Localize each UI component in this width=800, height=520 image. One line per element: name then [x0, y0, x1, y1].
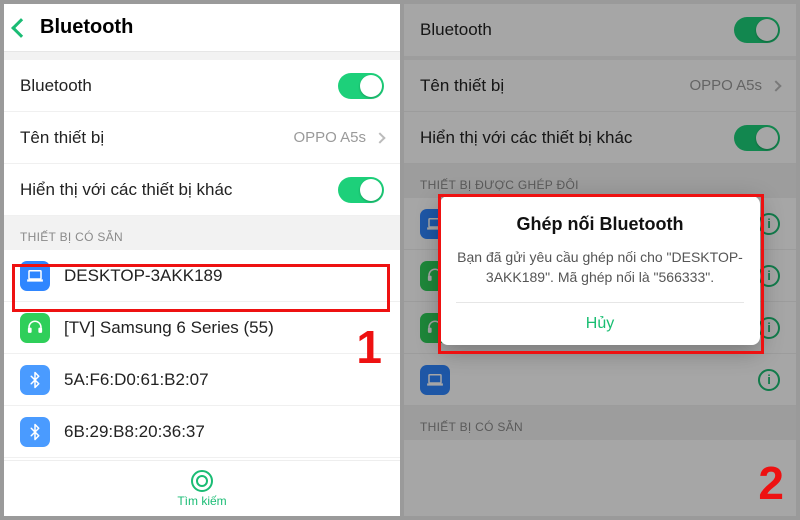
screen-bluetooth-list: Bluetooth Bluetooth Tên thiết bị OPPO A5…: [4, 4, 400, 516]
device-name: [TV] Samsung 6 Series (55): [64, 318, 274, 338]
section-available-devices: THIẾT BỊ CÓ SẴN: [404, 406, 796, 440]
chevron-right-icon: [770, 80, 781, 91]
cancel-button[interactable]: Hủy: [456, 302, 744, 345]
info-icon: i: [758, 213, 780, 235]
chevron-right-icon: [374, 132, 385, 143]
row-label: Hiển thị với các thiết bị khác: [20, 180, 232, 200]
laptop-icon: [420, 365, 450, 395]
toggle-visibility: [734, 125, 780, 151]
row-device-name[interactable]: Tên thiết bị OPPO A5s: [4, 112, 400, 164]
screen-pairing-dialog: Bluetooth Tên thiết bị OPPO A5s Hiển thị…: [400, 4, 796, 516]
paired-device-row: i: [404, 354, 796, 406]
row-visibility-toggle[interactable]: Hiển thị với các thiết bị khác: [4, 164, 400, 216]
available-device-row[interactable]: [TV] Samsung 6 Series (55): [4, 302, 400, 354]
tv-icon: [20, 313, 50, 343]
search-target-icon: [191, 470, 213, 492]
row-label: Hiển thị với các thiết bị khác: [420, 128, 632, 148]
toggle-bluetooth: [734, 17, 780, 43]
section-available-devices: THIẾT BỊ CÓ SẴN: [4, 216, 400, 250]
device-name-value: OPPO A5s: [689, 77, 762, 94]
row-visibility-toggle: Hiển thị với các thiết bị khác: [404, 112, 796, 164]
device-name: DESKTOP-3AKK189: [64, 266, 222, 286]
dialog-body: Bạn đã gửi yêu cầu ghép nối cho "DESKTOP…: [456, 247, 744, 288]
info-icon: i: [758, 265, 780, 287]
available-device-row[interactable]: 6B:29:B8:20:36:37: [4, 406, 400, 458]
device-name: 6B:29:B8:20:36:37: [64, 422, 205, 442]
bt-icon: [20, 365, 50, 395]
pairing-dialog: Ghép nối Bluetooth Bạn đã gửi yêu cầu gh…: [440, 196, 760, 345]
bt-icon: [20, 417, 50, 447]
section-paired-devices: THIẾT BỊ ĐƯỢC GHÉP ĐÔI: [404, 164, 796, 198]
dialog-title: Ghép nối Bluetooth: [456, 214, 744, 235]
annotation-step-number: 2: [758, 456, 784, 510]
footer-search[interactable]: Tìm kiếm: [4, 460, 400, 516]
toggle-visibility[interactable]: [338, 177, 384, 203]
toggle-bluetooth[interactable]: [338, 73, 384, 99]
footer-label: Tìm kiếm: [177, 494, 226, 508]
available-device-row[interactable]: DESKTOP-3AKK189: [4, 250, 400, 302]
row-device-name: Tên thiết bị OPPO A5s: [404, 60, 796, 112]
row-bluetooth-toggle: Bluetooth: [404, 4, 796, 56]
row-label: Bluetooth: [20, 76, 92, 96]
row-label: Tên thiết bị: [420, 76, 504, 96]
laptop-icon: [20, 261, 50, 291]
annotation-step-number: 1: [356, 320, 382, 374]
header: Bluetooth: [4, 4, 400, 52]
device-name: 5A:F6:D0:61:B2:07: [64, 370, 209, 390]
device-name-value: OPPO A5s: [293, 129, 366, 146]
back-icon[interactable]: [11, 18, 31, 38]
row-bluetooth-toggle[interactable]: Bluetooth: [4, 60, 400, 112]
available-device-row[interactable]: 5A:F6:D0:61:B2:07: [4, 354, 400, 406]
info-icon: i: [758, 369, 780, 391]
row-label: Tên thiết bị: [20, 128, 104, 148]
info-icon: i: [758, 317, 780, 339]
page-title: Bluetooth: [40, 16, 133, 39]
row-label: Bluetooth: [420, 20, 492, 40]
